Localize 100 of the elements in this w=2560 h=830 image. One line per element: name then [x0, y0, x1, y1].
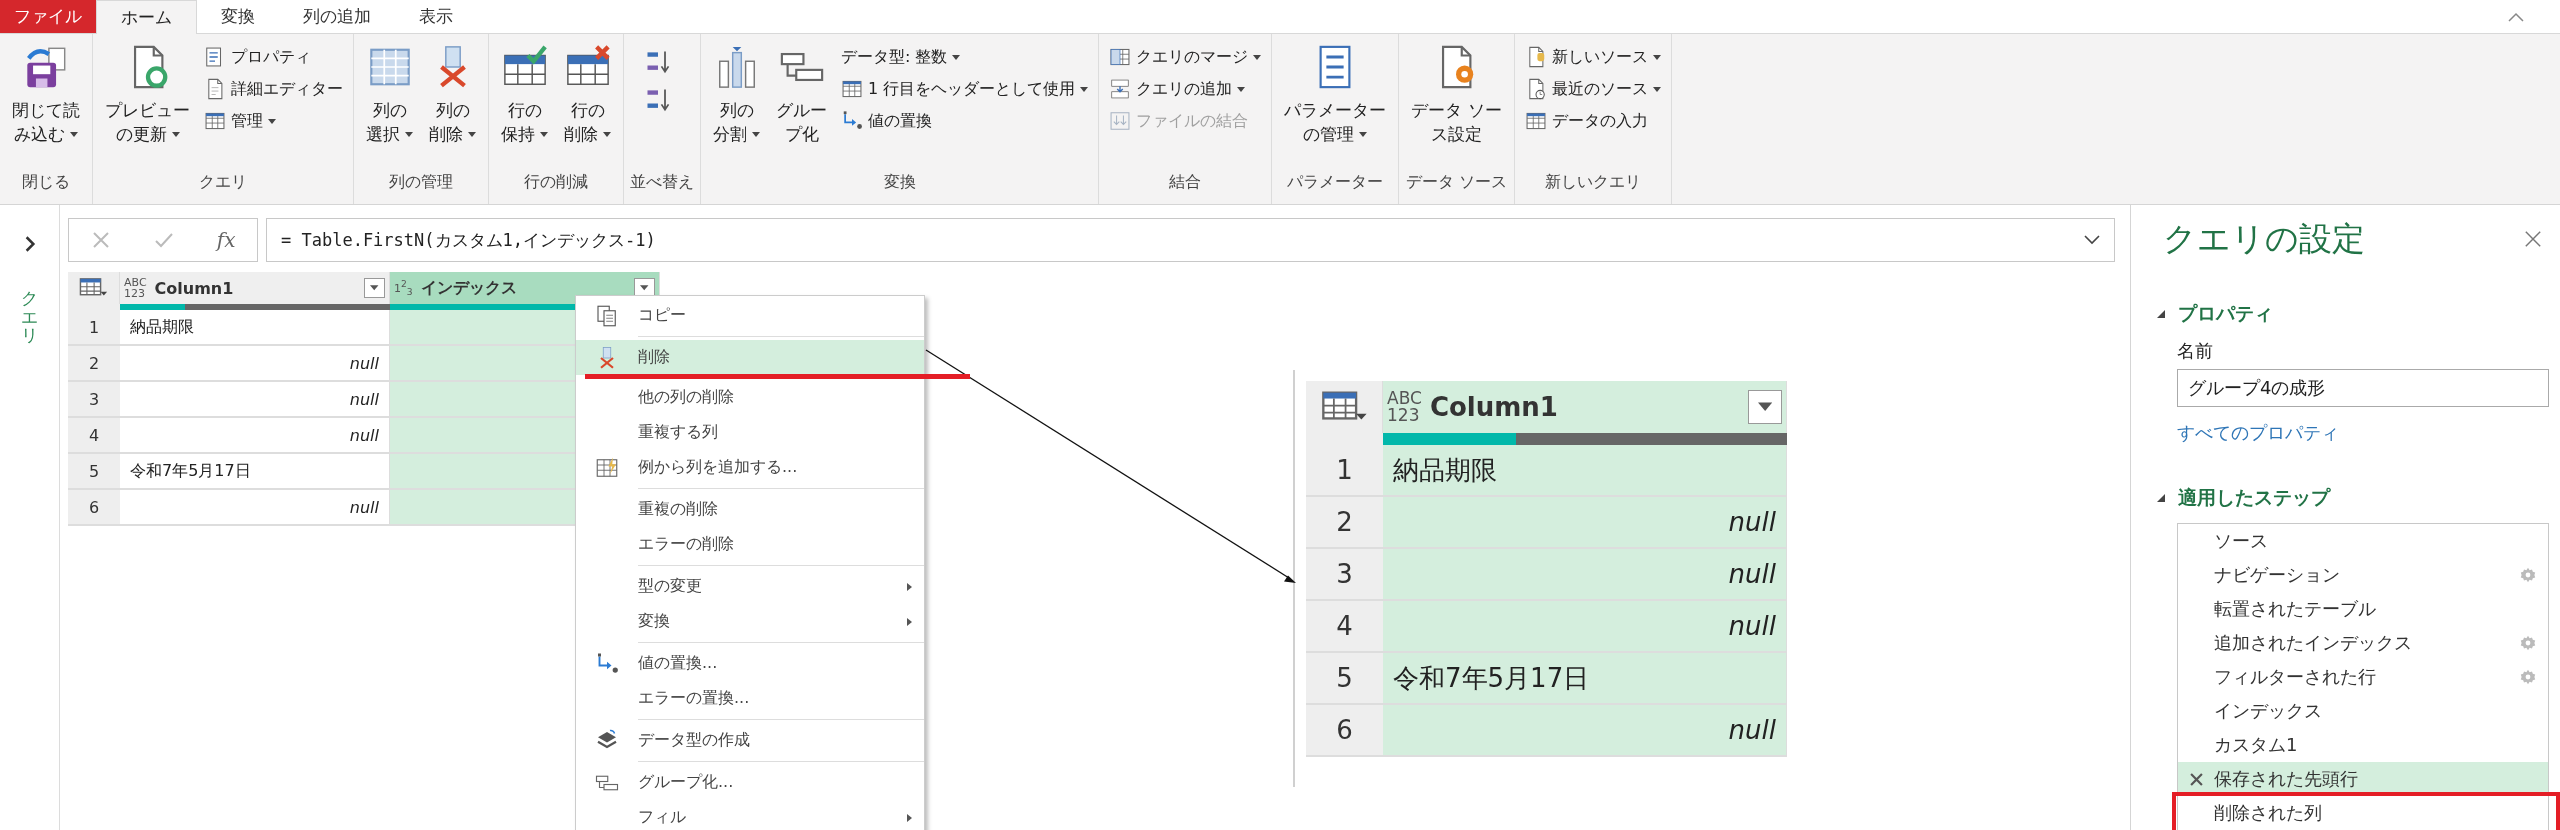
table-cell: null — [120, 346, 390, 382]
close-icon[interactable] — [2524, 230, 2542, 248]
row-number: 2 — [68, 346, 120, 382]
row-number: 3 — [1306, 549, 1383, 601]
caret-icon — [603, 131, 611, 137]
collapse-triangle-icon[interactable] — [2156, 493, 2166, 503]
group-label: 結合 — [1168, 172, 1203, 193]
combine-icon — [1109, 110, 1132, 132]
row-number: 5 — [1306, 653, 1383, 705]
applied-step[interactable]: カスタム1 — [2178, 728, 2548, 762]
filter-button[interactable] — [364, 277, 385, 299]
ribbon-tab[interactable]: 列の追加 — [279, 0, 395, 33]
caret-icon — [1652, 54, 1661, 60]
collapse-ribbon-icon[interactable] — [2508, 11, 2524, 22]
caret-icon — [1652, 86, 1661, 92]
table-cell: null — [120, 382, 390, 418]
menu-item[interactable]: グループ化... — [576, 765, 924, 800]
caret-icon — [405, 131, 413, 137]
group-label: クエリ — [198, 172, 248, 193]
function-button[interactable]: fx — [216, 228, 236, 252]
ribbon-button[interactable]: 詳細エディター — [200, 74, 347, 104]
ribbon-button[interactable]: グルー プ化 — [770, 40, 833, 150]
table-cell: 令和7年5月17日 — [1383, 653, 1787, 705]
formula-field[interactable]: = Table.FirstN(カスタム1,インデックス-1) — [266, 218, 2115, 262]
menu-item[interactable]: 重複する列 — [576, 415, 924, 450]
column-name: Column1 — [154, 278, 235, 298]
ribbon-button[interactable]: プロパティ — [200, 42, 347, 72]
ribbon-button[interactable]: プレビュー の更新 — [99, 40, 196, 150]
menu-item[interactable]: フィル — [576, 800, 924, 830]
replace-icon — [595, 651, 619, 676]
section-heading: 適用したステップ — [2178, 485, 2330, 510]
ribbon-button[interactable]: 新しいソース — [1520, 42, 1665, 72]
row-number: 1 — [68, 310, 120, 346]
caret-icon — [540, 131, 548, 137]
panel-title: クエリの設定 — [2163, 217, 2365, 260]
ribbon-tab[interactable]: ホーム — [96, 0, 197, 34]
ribbon-tab[interactable]: 表示 — [395, 0, 477, 33]
applied-step[interactable]: インデックス — [2178, 694, 2548, 728]
ribbon-button[interactable]: 列の 分割 — [707, 40, 766, 150]
applied-step[interactable]: フィルターされた行 — [2178, 660, 2548, 694]
caret-icon — [468, 131, 476, 137]
group-label: パラメーター — [1286, 172, 1385, 193]
ribbon-button[interactable]: 値の置換 — [837, 106, 1093, 136]
caret-icon — [752, 131, 760, 137]
menu-item[interactable]: 他の列の削除 — [576, 380, 924, 415]
table-cell: null — [120, 490, 390, 526]
column-type-label: ABC 123 — [1387, 390, 1422, 424]
caret-icon — [1253, 54, 1262, 60]
column-name: Column1 — [1429, 392, 1559, 422]
copy-icon — [595, 303, 619, 328]
applied-step[interactable]: 転置されたテーブル — [2178, 592, 2548, 626]
applied-step[interactable]: 削除された列 — [2178, 796, 2548, 830]
ribbon-button[interactable]: 行の 削除 — [558, 40, 617, 150]
ribbon-button[interactable]: 最近のソース — [1520, 74, 1665, 104]
ribbon-button[interactable]: 1 行目をヘッダーとして使用 — [837, 74, 1093, 104]
ribbon-button[interactable]: データ ソー ス設定 — [1405, 40, 1508, 150]
menu-item[interactable]: 値の置換... — [576, 646, 924, 681]
ribbon-button[interactable]: 列の 選択 — [360, 40, 419, 150]
ribbon-tab[interactable]: ファイル — [0, 0, 96, 33]
caret-icon — [171, 131, 180, 137]
ribbon-button[interactable]: データ型: 整数 — [837, 42, 1093, 72]
ribbon-button[interactable]: 閉じて読 み込む — [6, 40, 86, 150]
caret-icon — [640, 285, 649, 291]
name-field[interactable]: グループ4の成形 — [2177, 369, 2549, 407]
ribbon-button[interactable]: パラメーター の管理 — [1278, 40, 1393, 150]
ribbon-button[interactable]: 列の 削除 — [423, 40, 482, 150]
ribbon-button[interactable]: クエリのマージ — [1105, 42, 1266, 72]
group-label: 行の削減 — [523, 172, 589, 193]
ribbon-button[interactable]: データの入力 — [1520, 106, 1665, 136]
table-icon — [1524, 110, 1547, 132]
delete-icon[interactable] — [2189, 772, 2203, 786]
applied-step[interactable]: ナビゲーション — [2178, 558, 2548, 592]
ribbon-tab[interactable]: 変換 — [197, 0, 279, 33]
expand-icon[interactable] — [23, 235, 36, 253]
ribbon-button[interactable]: 行の 保持 — [495, 40, 554, 150]
column-name: インデックス — [420, 277, 518, 299]
group-label: 変換 — [882, 172, 917, 193]
ribbon-button[interactable]: 管理 — [200, 106, 347, 136]
section-heading: プロパティ — [2178, 301, 2273, 326]
menu-item[interactable]: 削除 — [576, 340, 924, 375]
table-menu-button[interactable] — [1306, 381, 1383, 433]
applied-step[interactable]: ソース — [2178, 524, 2548, 558]
group-label: データ ソース — [1405, 172, 1508, 193]
all-properties-link[interactable]: すべてのプロパティ — [2177, 421, 2548, 445]
column-header[interactable]: 1$^{2}$$_{3}$ インデックス — [390, 272, 660, 304]
queries-pane-label[interactable]: クエリ — [21, 289, 38, 346]
menu-item[interactable]: 重複の削除 — [576, 492, 924, 527]
menu-item[interactable]: 型の変更 — [576, 569, 924, 604]
table-menu-button[interactable] — [68, 272, 120, 304]
caret-icon — [952, 54, 961, 60]
ribbon-button[interactable]: クエリの追加 — [1105, 74, 1266, 104]
table-icon — [841, 78, 863, 100]
row-number: 4 — [68, 418, 120, 454]
caret-icon — [1359, 131, 1368, 137]
collapse-triangle-icon[interactable] — [2156, 309, 2166, 319]
merge-icon — [1109, 46, 1132, 68]
chevron-down-icon[interactable] — [2084, 235, 2100, 245]
applied-step[interactable]: 追加されたインデックス — [2178, 626, 2548, 660]
filter-button[interactable] — [1748, 390, 1782, 424]
table-icon — [204, 110, 226, 132]
